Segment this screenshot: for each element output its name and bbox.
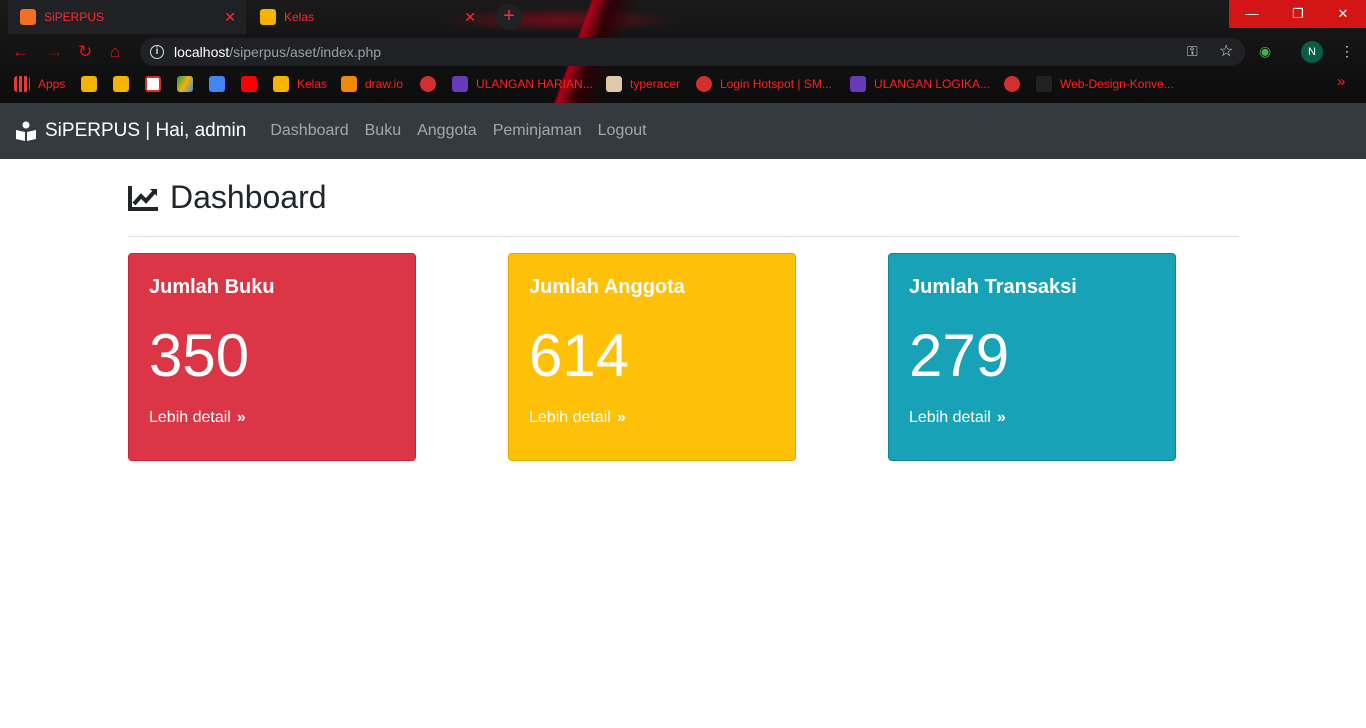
bookmark-globe[interactable] bbox=[420, 76, 444, 92]
browser-chrome: SiPERPUS ✕ Kelas ✕ + — ❐ ✕ ← → ↻ ⌂ i loc… bbox=[0, 0, 1366, 103]
bookmark-globe-2[interactable] bbox=[1004, 76, 1028, 92]
reader-icon bbox=[16, 121, 36, 141]
new-tab-button[interactable]: + bbox=[496, 4, 522, 30]
minimize-button[interactable]: — bbox=[1229, 0, 1275, 28]
gmail-icon bbox=[145, 76, 161, 92]
chart-line-icon bbox=[128, 185, 158, 211]
card-title: Jumlah Buku bbox=[149, 276, 275, 298]
bookmark-classroom[interactable] bbox=[113, 76, 137, 92]
main-content: Dashboard Jumlah Buku 350 Lebih detail» … bbox=[128, 159, 1239, 473]
page-title: Dashboard bbox=[170, 179, 327, 215]
slides-icon bbox=[81, 76, 97, 92]
info-icon[interactable]: i bbox=[150, 45, 164, 59]
bookmark-slides[interactable] bbox=[81, 76, 105, 92]
typeracer-icon bbox=[606, 76, 622, 92]
card-title: Jumlah Anggota bbox=[529, 276, 685, 298]
forms-icon bbox=[850, 76, 866, 92]
bookmark-youtube[interactable] bbox=[241, 76, 265, 92]
card-detail-link[interactable]: Lebih detail» bbox=[149, 409, 395, 427]
classroom-icon bbox=[273, 76, 289, 92]
card-detail-link[interactable]: Lebih detail» bbox=[529, 409, 775, 427]
forward-icon[interactable]: → bbox=[46, 42, 63, 62]
classroom-favicon-icon bbox=[260, 9, 276, 25]
url-host: localhost bbox=[174, 44, 230, 60]
angle-double-right-icon: » bbox=[236, 409, 246, 426]
globe-icon bbox=[420, 76, 436, 92]
forms-icon bbox=[452, 76, 468, 92]
app-navbar: SiPERPUS | Hai, admin Dashboard Buku Ang… bbox=[0, 103, 1366, 159]
nav-anggota[interactable]: Anggota bbox=[409, 122, 485, 140]
bookmark-drawio[interactable]: draw.io bbox=[341, 76, 403, 92]
star-icon[interactable]: ☆ bbox=[1219, 41, 1233, 61]
nav-peminjaman[interactable]: Peminjaman bbox=[485, 122, 590, 140]
card-jumlah-transaksi: Jumlah Transaksi 279 Lebih detail» bbox=[888, 253, 1176, 461]
card-detail-link[interactable]: Lebih detail» bbox=[909, 409, 1155, 427]
drawio-icon bbox=[341, 76, 357, 92]
brand-text: SiPERPUS | Hai, admin bbox=[45, 120, 247, 141]
apps-grid-icon bbox=[14, 76, 30, 92]
tab-title: Kelas bbox=[284, 10, 315, 24]
card-value: 350 bbox=[149, 322, 250, 389]
brand[interactable]: SiPERPUS | Hai, admin bbox=[15, 120, 246, 142]
bookmark-ulangan-harian[interactable]: ULANGAN HARIAN... bbox=[452, 76, 593, 92]
extension-icon[interactable]: ◉ bbox=[1259, 43, 1271, 60]
close-tab-icon[interactable]: ✕ bbox=[464, 9, 476, 26]
tab-title: SiPERPUS bbox=[44, 10, 105, 24]
bookmark-apps[interactable]: Apps bbox=[14, 76, 65, 92]
bookmark-kelas[interactable]: Kelas bbox=[273, 76, 327, 92]
card-title: Jumlah Transaksi bbox=[909, 276, 1077, 298]
docs-icon bbox=[209, 76, 225, 92]
menu-icon[interactable]: ⋮ bbox=[1340, 43, 1354, 60]
page-heading: Dashboard bbox=[128, 159, 1239, 237]
angle-double-right-icon: » bbox=[996, 409, 1006, 426]
classroom-icon bbox=[113, 76, 129, 92]
address-bar[interactable]: i localhost/siperpus/aset/index.php bbox=[140, 38, 1245, 66]
card-value: 614 bbox=[529, 322, 630, 389]
close-window-button[interactable]: ✕ bbox=[1320, 0, 1366, 28]
github-icon bbox=[1036, 76, 1052, 92]
profile-avatar[interactable]: N bbox=[1301, 41, 1323, 63]
card-jumlah-anggota: Jumlah Anggota 614 Lebih detail» bbox=[508, 253, 796, 461]
drive-icon bbox=[177, 76, 193, 92]
bookmark-drive[interactable] bbox=[177, 76, 201, 92]
bookmark-login-hotspot[interactable]: Login Hotspot | SM... bbox=[696, 76, 832, 92]
bookmark-gmail[interactable] bbox=[145, 76, 169, 92]
bookmark-typeracer[interactable]: typeracer bbox=[606, 76, 680, 92]
url-path: /siperpus/aset/index.php bbox=[229, 44, 382, 60]
bookmarks-overflow[interactable]: » bbox=[1337, 73, 1345, 90]
tab-siperpus[interactable]: SiPERPUS ✕ bbox=[8, 0, 246, 34]
back-icon[interactable]: ← bbox=[12, 42, 29, 62]
home-icon[interactable]: ⌂ bbox=[110, 42, 120, 62]
reload-icon[interactable]: ↻ bbox=[78, 42, 92, 62]
nav-buku[interactable]: Buku bbox=[357, 122, 409, 140]
close-tab-icon[interactable]: ✕ bbox=[224, 9, 236, 26]
bookmark-web-design[interactable]: Web-Design-Konve... bbox=[1036, 76, 1174, 92]
nav-logout[interactable]: Logout bbox=[590, 122, 655, 140]
bookmark-docs[interactable] bbox=[209, 76, 233, 92]
globe-icon bbox=[1004, 76, 1020, 92]
stat-cards: Jumlah Buku 350 Lebih detail» Jumlah Ang… bbox=[128, 253, 1239, 473]
browser-toolbar: ← → ↻ ⌂ i localhost/siperpus/aset/index.… bbox=[0, 34, 1366, 70]
tab-bar: SiPERPUS ✕ Kelas ✕ + — ❐ ✕ bbox=[0, 0, 1366, 34]
bookmark-ulangan-logika[interactable]: ULANGAN LOGIKA... bbox=[850, 76, 990, 92]
youtube-icon bbox=[241, 76, 257, 92]
bookmarks-bar: Apps Kelas draw.io ULANGAN HARIAN... typ… bbox=[0, 70, 1366, 100]
xampp-favicon-icon bbox=[20, 9, 36, 25]
nav-dashboard[interactable]: Dashboard bbox=[262, 122, 356, 140]
tab-kelas[interactable]: Kelas ✕ bbox=[248, 0, 486, 34]
card-jumlah-buku: Jumlah Buku 350 Lebih detail» bbox=[128, 253, 416, 461]
globe-icon bbox=[696, 76, 712, 92]
card-value: 279 bbox=[909, 322, 1010, 389]
angle-double-right-icon: » bbox=[616, 409, 626, 426]
restore-button[interactable]: ❐ bbox=[1275, 0, 1321, 28]
key-icon[interactable]: ⚿ bbox=[1187, 43, 1198, 60]
